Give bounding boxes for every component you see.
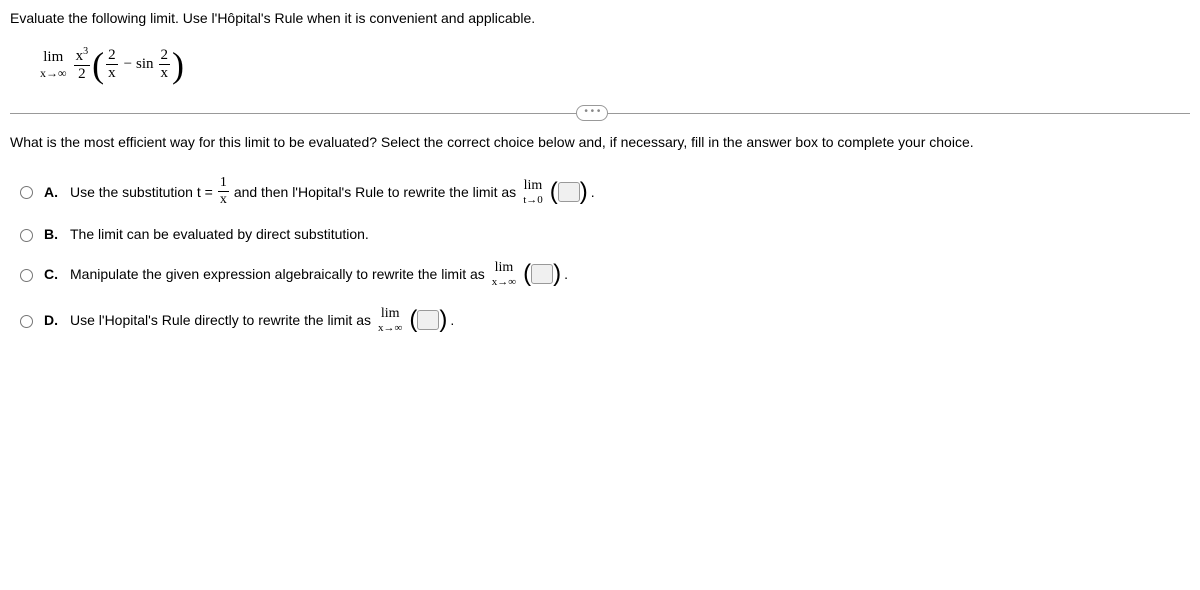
frac-num: x [76, 48, 84, 64]
option-c-radio[interactable] [20, 269, 33, 282]
option-a-answer-input[interactable] [558, 182, 580, 202]
option-a-row: A. Use the substitution t = 1 x and then… [15, 175, 1190, 208]
options-group: A. Use the substitution t = 1 x and then… [15, 175, 1190, 334]
option-d-lim-approach: x→∞ [378, 322, 402, 334]
option-b-radio[interactable] [20, 229, 33, 242]
option-a-lim-approach: t→0 [523, 194, 543, 206]
option-b-row: B. The limit can be evaluated by direct … [15, 226, 1190, 242]
option-b-text: The limit can be evaluated by direct sub… [70, 226, 369, 242]
option-c-label: C. [44, 266, 58, 282]
inner-frac2-den: x [159, 65, 171, 82]
option-c-text: Manipulate the given expression algebrai… [70, 266, 485, 282]
option-d-label: D. [44, 312, 58, 328]
option-d-answer-input[interactable] [417, 310, 439, 330]
right-paren: ) [172, 47, 184, 83]
option-a-text2: and then l'Hopital's Rule to rewrite the… [234, 184, 516, 200]
inner-frac1-den: x [106, 65, 118, 82]
right-paren-icon: ) [439, 308, 447, 332]
sin-label: sin [136, 56, 154, 73]
option-c-period: . [564, 266, 568, 282]
ellipsis-widget[interactable]: • • • [576, 105, 608, 121]
option-a-period: . [591, 184, 595, 200]
right-paren-icon: ) [580, 180, 588, 204]
minus-sign: − [124, 56, 132, 73]
option-d-text: Use l'Hopital's Rule directly to rewrite… [70, 312, 371, 328]
option-c-lim-label: lim [492, 260, 516, 276]
frac-num-sup: 3 [83, 46, 88, 57]
frac-den: 2 [74, 66, 91, 83]
right-paren-icon: ) [553, 262, 561, 286]
option-a-frac-num: 1 [218, 175, 229, 192]
inner-frac1-num: 2 [106, 47, 118, 65]
lim-approach: x→∞ [40, 66, 67, 81]
option-a-text1: Use the substitution t = [70, 184, 213, 200]
inner-frac2-num: 2 [159, 47, 171, 65]
option-c-answer-input[interactable] [531, 264, 553, 284]
option-d-lim-label: lim [378, 306, 402, 322]
question-text: What is the most efficient way for this … [10, 134, 1190, 150]
left-paren-icon: ( [550, 180, 558, 204]
limit-expression: lim x→∞ x3 2 ( 2 x − sin 2 x ) [40, 46, 1190, 83]
option-d-period: . [450, 312, 454, 328]
option-a-lim-label: lim [523, 178, 543, 194]
option-a-frac-den: x [218, 192, 229, 208]
option-c-row: C. Manipulate the given expression algeb… [15, 260, 1190, 288]
option-a-radio[interactable] [20, 186, 33, 199]
option-a-label: A. [44, 184, 58, 200]
option-d-row: D. Use l'Hopital's Rule directly to rewr… [15, 306, 1190, 334]
option-d-radio[interactable] [20, 315, 33, 328]
left-paren: ( [92, 47, 104, 83]
option-c-input-group: ( ) [523, 262, 561, 286]
option-a-input-group: ( ) [550, 180, 588, 204]
option-d-input-group: ( ) [409, 308, 447, 332]
option-c-lim-approach: x→∞ [492, 276, 516, 288]
option-b-label: B. [44, 226, 58, 242]
left-paren-icon: ( [409, 308, 417, 332]
lim-label: lim [40, 49, 67, 66]
left-paren-icon: ( [523, 262, 531, 286]
problem-statement: Evaluate the following limit. Use l'Hôpi… [10, 10, 1190, 26]
